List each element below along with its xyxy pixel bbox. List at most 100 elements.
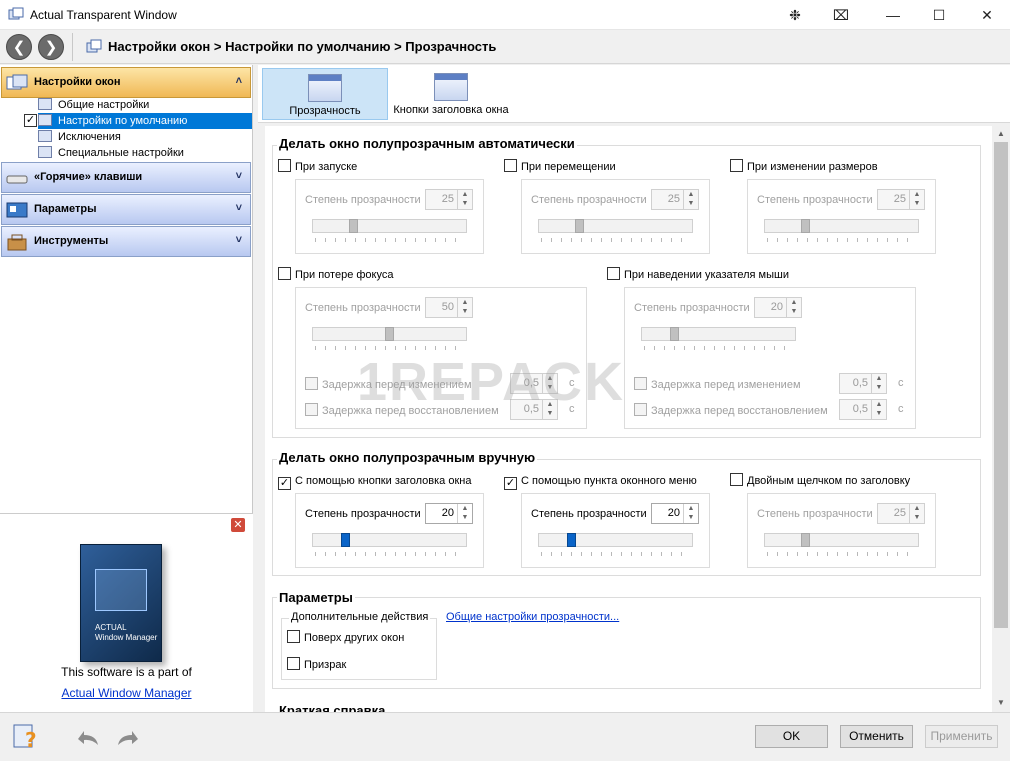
- watermark: 1REPACK: [357, 352, 626, 412]
- titlebtn-opacity-slider[interactable]: [312, 533, 467, 547]
- menu-opacity-label: Степень прозрачности: [531, 508, 647, 520]
- help-title: Краткая справка: [277, 703, 388, 712]
- ontop-checkbox[interactable]: [287, 630, 300, 643]
- breadcrumb-icon: [86, 39, 102, 55]
- menu-opacity-slider[interactable]: [538, 533, 693, 547]
- resize-slider-thumb[interactable]: [801, 219, 810, 233]
- hover-delay-restore[interactable]: Задержка перед восстановлением: [634, 403, 828, 417]
- hover-slider-thumb[interactable]: [670, 327, 679, 341]
- maximize-button[interactable]: ☐: [916, 0, 962, 30]
- menu-checkbox[interactable]: ✓: [504, 477, 517, 490]
- minimize-button[interactable]: —: [870, 0, 916, 30]
- menu-slider-thumb[interactable]: [567, 533, 576, 547]
- menu-option[interactable]: ✓ С помощью пункта оконного меню: [504, 473, 697, 490]
- titlebtn-opacity-label: Степень прозрачности: [305, 508, 421, 520]
- resize-opacity-spinner[interactable]: 25 ▲ ▼: [877, 189, 925, 210]
- sidebar-section-window-settings[interactable]: Настройки окон ˄: [1, 67, 251, 98]
- scrollbar-thumb[interactable]: [994, 142, 1008, 628]
- redo-icon[interactable]: [114, 725, 142, 749]
- close-button[interactable]: ✕: [964, 0, 1010, 30]
- sidebar-section-label: «Горячие» клавиши: [34, 171, 143, 183]
- exclusions-icon: [38, 130, 52, 142]
- scroll-up-icon[interactable]: ▲: [992, 129, 1010, 138]
- ok-button[interactable]: OK: [755, 725, 828, 748]
- menu-opacity-spinner[interactable]: 20 ▲ ▼: [651, 503, 699, 524]
- sidebar-section-parameters[interactable]: Параметры ˅: [1, 194, 251, 225]
- focus-checkbox[interactable]: [278, 267, 291, 280]
- pin-icon[interactable]: ❉: [772, 0, 818, 30]
- hover-opacity-slider[interactable]: [641, 327, 796, 341]
- defaults-checkbox[interactable]: ✓: [24, 114, 37, 127]
- startup-option[interactable]: При запуске: [278, 159, 357, 173]
- undo-icon[interactable]: [74, 725, 102, 749]
- titlebtn-checkbox[interactable]: ✓: [278, 477, 291, 490]
- forward-button[interactable]: ❯: [38, 34, 64, 60]
- tree-item-exclusions[interactable]: Исключения: [38, 129, 252, 145]
- cancel-button[interactable]: Отменить: [840, 725, 913, 748]
- move-opacity-slider[interactable]: [538, 219, 693, 233]
- ghost-option[interactable]: Призрак: [287, 657, 346, 671]
- move-option[interactable]: При перемещении: [504, 159, 616, 173]
- hover-delay-restore-spinner[interactable]: 0,5 ▲ ▼: [839, 399, 887, 420]
- back-button[interactable]: ❮: [6, 34, 32, 60]
- sidebar-section-hotkeys[interactable]: «Горячие» клавиши ˅: [1, 162, 251, 193]
- dblclick-checkbox[interactable]: [730, 473, 743, 486]
- general-transparency-settings-link[interactable]: Общие настройки прозрачности...: [446, 611, 619, 623]
- tab-title-buttons[interactable]: Кнопки заголовка окна: [388, 68, 514, 120]
- promo-link[interactable]: Actual Window Manager: [0, 686, 253, 700]
- transparency-toggle-icon[interactable]: ⌧: [818, 0, 864, 30]
- apply-button[interactable]: Применить: [925, 725, 998, 748]
- help-icon[interactable]: ?: [12, 723, 40, 752]
- move-slider-thumb[interactable]: [575, 219, 584, 233]
- focus-option[interactable]: При потере фокуса: [278, 267, 393, 281]
- sidebar-section-tools[interactable]: Инструменты ˅: [1, 226, 251, 257]
- startup-opacity-spinner[interactable]: 25 ▲ ▼: [425, 189, 473, 210]
- special-settings-icon: [38, 146, 52, 158]
- tree-item-special[interactable]: Специальные настройки: [38, 145, 252, 161]
- hover-delay-restore-checkbox[interactable]: [634, 403, 647, 416]
- dblclick-slider-thumb[interactable]: [801, 533, 810, 547]
- move-opacity-spinner[interactable]: 25 ▲ ▼: [651, 189, 699, 210]
- tree-item-defaults[interactable]: Настройки по умолчанию: [38, 113, 252, 129]
- chevron-up-icon: ˄: [235, 75, 242, 87]
- hover-delay-change[interactable]: Задержка перед изменением: [634, 377, 801, 391]
- app-icon: [8, 7, 24, 23]
- resize-opacity-slider[interactable]: [764, 219, 919, 233]
- tree-item-general[interactable]: Общие настройки: [38, 97, 252, 113]
- focus-opacity-spinner[interactable]: 50 ▲ ▼: [425, 297, 473, 318]
- resize-option[interactable]: При изменении размеров: [730, 159, 878, 173]
- tab-transparency[interactable]: Прозрачность: [262, 68, 388, 120]
- startup-slider-thumb[interactable]: [349, 219, 358, 233]
- focus-delay-change-checkbox[interactable]: [305, 377, 318, 390]
- tab-label: Кнопки заголовка окна: [393, 104, 509, 116]
- extra-actions-label: Дополнительные действия: [289, 611, 431, 623]
- titlebtn-opacity-spinner[interactable]: 20 ▲ ▼: [425, 503, 473, 524]
- tab-label: Прозрачность: [289, 105, 361, 117]
- titlebtn-option[interactable]: ✓ С помощью кнопки заголовка окна: [278, 473, 471, 490]
- scroll-down-icon[interactable]: ▼: [992, 698, 1010, 707]
- title-bar: Actual Transparent Window ❉ ⌧ — ☐ ✕: [0, 0, 1010, 30]
- unit-label: с: [898, 377, 904, 389]
- dblclick-opacity-slider[interactable]: [764, 533, 919, 547]
- chevron-down-icon: ˅: [235, 234, 242, 246]
- startup-opacity-slider[interactable]: [312, 219, 467, 233]
- hover-opacity-spinner[interactable]: 20 ▲ ▼: [754, 297, 802, 318]
- dblclick-opacity-spinner[interactable]: 25 ▲ ▼: [877, 503, 925, 524]
- startup-checkbox[interactable]: [278, 159, 291, 172]
- title-buttons-icon: [434, 73, 468, 101]
- dblclick-option[interactable]: Двойным щелчком по заголовку: [730, 473, 910, 487]
- focus-delay-restore-checkbox[interactable]: [305, 403, 318, 416]
- hover-delay-change-spinner[interactable]: 0,5 ▲ ▼: [839, 373, 887, 394]
- ghost-checkbox[interactable]: [287, 657, 300, 670]
- hover-delay-change-checkbox[interactable]: [634, 377, 647, 390]
- resize-checkbox[interactable]: [730, 159, 743, 172]
- hover-checkbox[interactable]: [607, 267, 620, 280]
- move-checkbox[interactable]: [504, 159, 517, 172]
- hover-option[interactable]: При наведении указателя мыши: [607, 267, 789, 281]
- close-icon[interactable]: ✕: [231, 518, 245, 532]
- focus-slider-thumb[interactable]: [385, 327, 394, 341]
- titlebtn-slider-thumb[interactable]: [341, 533, 350, 547]
- ontop-option[interactable]: Поверх других окон: [287, 630, 404, 644]
- keyboard-icon: [6, 169, 28, 187]
- content-scrollbar[interactable]: ▲ ▼: [992, 126, 1010, 712]
